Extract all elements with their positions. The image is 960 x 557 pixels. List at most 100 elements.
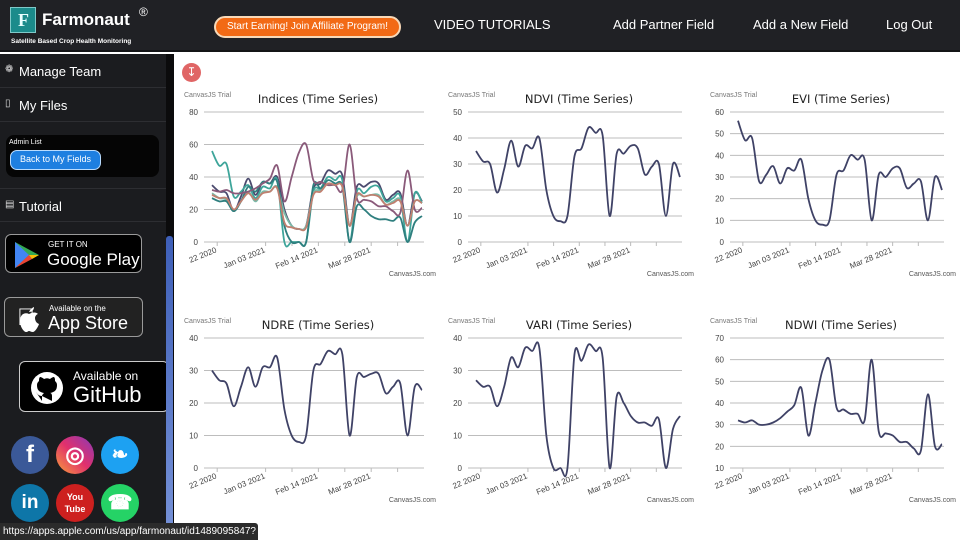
y-tick-label: 20 (715, 442, 724, 451)
affiliate-program-button[interactable]: Start Earning! Join Affiliate Program! (214, 16, 401, 38)
x-tick-label: Jan 03 2021 (746, 245, 791, 270)
nav-video-tutorials[interactable]: VIDEO TUTORIALS (434, 17, 551, 32)
youtube-icon[interactable]: You Tube (56, 484, 94, 522)
twitter-icon[interactable]: ❧ (101, 436, 139, 474)
y-tick-label: 30 (715, 173, 724, 182)
y-tick-label: 20 (453, 186, 462, 195)
y-tick-label: 40 (715, 151, 724, 160)
canvasjs-credit: CanvasJS.com (389, 271, 436, 278)
linkedin-icon[interactable]: in (11, 484, 49, 522)
y-tick-label: 60 (715, 356, 724, 365)
y-tick-label: 40 (189, 334, 198, 343)
back-to-my-fields-button[interactable]: Back to My Fields (10, 150, 101, 170)
sidebar-item-label: My Files (19, 98, 68, 113)
y-tick-label: 0 (458, 464, 463, 473)
facebook-icon[interactable]: f (11, 436, 49, 474)
x-tick-label: Feb 14 2021 (274, 245, 320, 270)
x-tick-label: Jan 03 2021 (222, 245, 267, 270)
canvasjs-watermark: CanvasJS Trial (448, 92, 496, 99)
y-tick-label: 20 (715, 195, 724, 204)
y-tick-label: 20 (189, 206, 198, 215)
canvasjs-credit: CanvasJS.com (909, 271, 956, 278)
ndvi-chart: CanvasJS Trial NDVI (Time Series) 0 10 20 30 4… (448, 92, 694, 278)
y-tick-label: 0 (194, 238, 199, 247)
x-tick-label: Mar 28 2021 (848, 471, 894, 496)
x-tick-label: Mar 28 2021 (586, 471, 632, 496)
y-tick-label: 50 (715, 130, 724, 139)
y-tick-label: 30 (715, 421, 724, 430)
nav-add-new-field[interactable]: Add a New Field (753, 17, 848, 32)
indices-chart: CanvasJS Trial Indices (Time Series) 0 20 40… (184, 92, 436, 278)
vari-chart: CanvasJS Trial VARI (Time Series) 0 10 20 30 4… (448, 318, 694, 504)
y-tick-label: 60 (715, 108, 724, 117)
chart-title: EVI (Time Series) (792, 92, 890, 106)
google-play-big-text: Google Play (47, 250, 140, 269)
top-navbar: F Farmonaut ® Satellite Based Crop Healt… (0, 0, 960, 52)
admin-list-label: Admin List (9, 139, 42, 146)
series-line-ndvi (475, 126, 681, 224)
x-tick-label: Jan 03 2021 (222, 471, 267, 496)
chart-title: VARI (Time Series) (526, 318, 632, 332)
link-status-bar: https://apps.apple.com/us/app/farmonaut/… (0, 523, 258, 554)
y-tick-label: 0 (194, 464, 199, 473)
whatsapp-icon[interactable]: ☎ (101, 484, 139, 522)
y-tick-label: 10 (453, 212, 462, 221)
y-tick-label: 60 (189, 141, 198, 150)
y-tick-label: 0 (720, 238, 725, 247)
chart-title: Indices (Time Series) (258, 92, 378, 106)
y-tick-label: 10 (715, 216, 724, 225)
canvasjs-watermark: CanvasJS Trial (710, 318, 758, 325)
y-tick-label: 70 (715, 334, 724, 343)
app-store-badge[interactable]:  Available on the App Store (4, 297, 143, 337)
ndwi-chart: CanvasJS Trial NDWI (Time Series) 10 20 30 40… (710, 318, 956, 504)
sidebar-item-manage-team[interactable]: ❁ Manage Team (0, 54, 166, 88)
sidebar-item-tutorial[interactable]: ▤ Tutorial (0, 188, 166, 222)
x-tick-label: Mar 28 2021 (848, 245, 894, 270)
google-play-badge[interactable]: GET IT ON Google Play (5, 234, 142, 273)
y-tick-label: 10 (453, 432, 462, 441)
google-play-small-text: GET IT ON (48, 240, 88, 249)
y-tick-label: 30 (453, 367, 462, 376)
google-play-icon (15, 242, 39, 268)
apple-logo-shape (20, 307, 39, 332)
sidebar-item-label: Tutorial (19, 199, 62, 214)
x-tick-label: Jan 03 2021 (746, 471, 791, 496)
brand-name: Farmonaut (42, 10, 130, 29)
tutorial-icon: ▤ (5, 199, 15, 210)
x-tick-label: Mar 28 2021 (327, 471, 373, 496)
x-tick-label: Feb 14 2021 (274, 471, 320, 496)
y-tick-label: 50 (715, 377, 724, 386)
canvasjs-credit: CanvasJS.com (647, 497, 694, 504)
canvasjs-watermark: CanvasJS Trial (448, 318, 496, 325)
series-line-evi (737, 120, 943, 227)
chart-title: NDWI (Time Series) (785, 318, 897, 332)
y-tick-label: 50 (453, 108, 462, 117)
ndre-chart: CanvasJS Trial NDRE (Time Series) 0 10 20 30 4… (184, 318, 436, 504)
evi-chart: CanvasJS Trial EVI (Time Series) 0 10 20 30 40… (710, 92, 956, 278)
y-tick-label: 20 (189, 399, 198, 408)
download-icon[interactable]: ↧ (182, 63, 201, 82)
team-icon: ❁ (5, 64, 14, 75)
sidebar-item-my-files[interactable]: ▯ My Files (0, 88, 166, 122)
app-store-big-text: App Store (48, 313, 129, 333)
sidebar-scrollbar-thumb[interactable] (166, 236, 173, 526)
y-tick-label: 10 (189, 432, 198, 441)
x-tick-label: Feb 14 2021 (797, 471, 843, 496)
x-tick-label: Feb 14 2021 (797, 245, 843, 270)
y-tick-label: 40 (453, 134, 462, 143)
series-line-ndwi (737, 356, 943, 456)
farmonaut-logo[interactable]: F Farmonaut ® Satellite Based Crop Healt… (10, 5, 150, 47)
github-badge[interactable]: Available on GitHub (19, 361, 169, 412)
y-tick-label: 40 (453, 334, 462, 343)
y-tick-label: 30 (189, 367, 198, 376)
instagram-icon[interactable]: ◎ (56, 436, 94, 474)
y-tick-label: 20 (453, 399, 462, 408)
x-tick-label: Feb 14 2021 (535, 245, 581, 270)
x-tick-label: Jan 03 2021 (484, 245, 529, 270)
series-line-vari (475, 341, 681, 478)
github-small-text: Available on (73, 369, 139, 383)
y-tick-label: 10 (715, 464, 724, 473)
nav-log-out[interactable]: Log Out (886, 17, 932, 32)
x-tick-label: 22 2020 (451, 245, 482, 264)
nav-add-partner-field[interactable]: Add Partner Field (613, 17, 714, 32)
